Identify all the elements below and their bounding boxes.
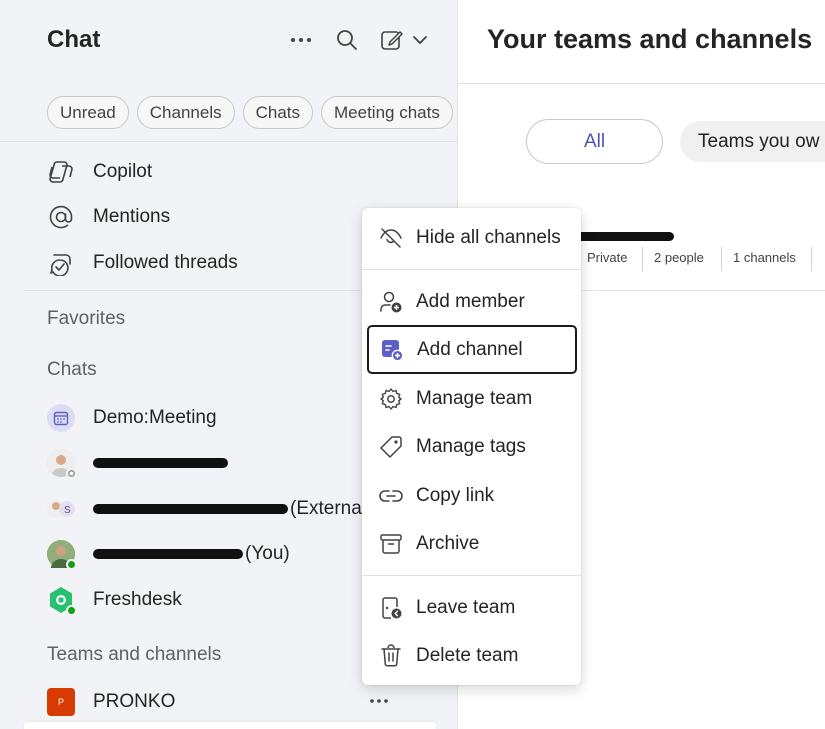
menu-item-delete-team[interactable]: Delete team: [362, 634, 581, 678]
chat-item-freshdesk[interactable]: Freshdesk: [47, 583, 182, 617]
link-icon: [378, 483, 404, 509]
copilot-icon: [47, 158, 75, 186]
menu-item-copy-link[interactable]: Copy link: [362, 474, 581, 518]
menu-item-add-channel[interactable]: Add channel: [367, 325, 577, 374]
nav-mentions-label: Mentions: [93, 206, 171, 227]
menu-item-archive[interactable]: Archive: [362, 522, 581, 566]
team-context-menu: Hide all channels Add member Add channel…: [362, 208, 581, 685]
eye-off-icon: [378, 225, 404, 251]
menu-item-hide-all-channels[interactable]: Hide all channels: [362, 216, 581, 260]
more-options-icon[interactable]: [368, 694, 390, 708]
calendar-icon: [47, 404, 75, 432]
menu-item-label: Add member: [416, 291, 525, 312]
chat-item-label: Demo:Meeting: [93, 407, 217, 428]
chat-item-label: (You): [245, 543, 290, 564]
tag-icon: [378, 434, 404, 460]
menu-divider: [362, 269, 581, 270]
menu-item-manage-tags[interactable]: Manage tags: [362, 425, 581, 469]
favorites-header[interactable]: Favorites: [47, 308, 125, 330]
nav-copilot[interactable]: Copilot: [47, 155, 152, 189]
group-avatar: S: [47, 495, 75, 523]
redacted-name: [93, 549, 243, 559]
chat-item-label: Freshdesk: [93, 589, 182, 610]
menu-item-manage-team[interactable]: Manage team: [362, 377, 581, 421]
freshdesk-icon: [47, 586, 77, 616]
menu-item-label: Copy link: [416, 485, 495, 506]
divider: [811, 247, 812, 271]
menu-item-label: Hide all channels: [416, 227, 561, 248]
channel-add-icon: [379, 337, 405, 363]
menu-item-label: Manage tags: [416, 436, 526, 457]
menu-item-label: Leave team: [416, 597, 516, 618]
menu-item-leave-team[interactable]: Leave team: [362, 586, 581, 630]
chat-item-redacted-external[interactable]: S (Externa: [47, 492, 362, 526]
team-item-pronko[interactable]: P PRONKO: [47, 685, 175, 719]
divider: [459, 83, 825, 84]
avatar: [47, 449, 77, 479]
nav-followed-threads[interactable]: Followed threads: [47, 246, 238, 280]
filter-unread[interactable]: Unread: [47, 96, 129, 129]
menu-item-label: Delete team: [416, 645, 519, 666]
trash-icon: [378, 643, 404, 669]
chat-title: Chat: [47, 26, 101, 53]
avatar: [47, 540, 77, 570]
filter-meeting-chats[interactable]: Meeting chats: [321, 96, 453, 129]
divider: [0, 141, 458, 142]
team-tile: P: [47, 688, 75, 716]
at-icon: [47, 203, 75, 231]
filter-channels[interactable]: Channels: [136, 96, 235, 129]
search-icon[interactable]: [333, 26, 361, 54]
chevron-down-icon[interactable]: [406, 26, 434, 54]
chat-filters: Unread Channels Chats Meeting chats: [47, 96, 453, 129]
chat-header: Chat: [0, 0, 458, 84]
page-title: Your teams and channels: [487, 24, 813, 54]
divider: [642, 247, 643, 271]
menu-item-label: Manage team: [416, 388, 533, 409]
person-add-icon: [378, 289, 404, 315]
team-channel-count: 1 channels: [733, 250, 796, 265]
team-privacy: Private: [587, 250, 628, 265]
divider: [581, 290, 825, 291]
compose-icon[interactable]: [378, 26, 406, 54]
menu-item-label: Archive: [416, 533, 480, 554]
filter-chats[interactable]: Chats: [242, 96, 314, 129]
redacted-team-name: [566, 232, 674, 241]
leave-team-icon: [378, 595, 404, 621]
more-icon[interactable]: [287, 26, 315, 54]
chat-item-label: (Externa: [290, 498, 362, 519]
presence-available-icon: [66, 605, 77, 616]
tab-all[interactable]: All: [526, 119, 663, 164]
presence-available-icon: [66, 559, 77, 570]
archive-icon: [378, 531, 404, 557]
chat-item-redacted-person[interactable]: [47, 446, 228, 480]
menu-item-label: Add channel: [417, 338, 523, 360]
list-item: [24, 722, 436, 729]
redacted-name: [93, 504, 288, 514]
chat-item-demo-meeting[interactable]: Demo:Meeting: [47, 401, 217, 435]
team-people-count: 2 people: [654, 250, 704, 265]
menu-divider: [362, 575, 581, 576]
gear-icon: [378, 386, 404, 412]
tab-teams-you-own[interactable]: Teams you ow: [680, 121, 825, 162]
teams-header[interactable]: Teams and channels: [47, 644, 221, 666]
redacted-name: [93, 458, 228, 468]
presence-offline-icon: [66, 468, 77, 479]
chats-header[interactable]: Chats: [47, 359, 97, 381]
nav-copilot-label: Copilot: [93, 161, 153, 182]
svg-text:S: S: [64, 505, 71, 516]
menu-item-add-member[interactable]: Add member: [362, 280, 581, 324]
divider: [721, 247, 722, 271]
nav-mentions[interactable]: Mentions: [47, 200, 170, 234]
followed-threads-icon: [47, 249, 75, 277]
team-item-label: PRONKO: [93, 691, 176, 712]
chat-item-redacted-you[interactable]: (You): [47, 537, 290, 571]
nav-followed-threads-label: Followed threads: [93, 252, 238, 273]
